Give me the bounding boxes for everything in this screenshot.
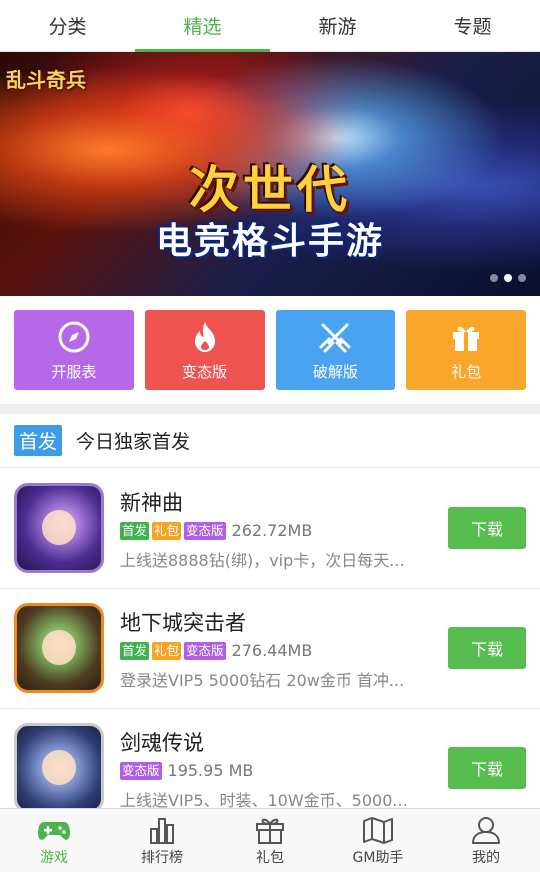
game-tags: 首发 礼包 变态版 276.44MB bbox=[120, 641, 312, 660]
game-icon-jianhun bbox=[14, 723, 104, 813]
game-name: 地下城突击者 bbox=[120, 611, 246, 635]
nav-gm-assistant[interactable]: GM助手 bbox=[324, 809, 432, 872]
tab-topics[interactable]: 专题 bbox=[405, 0, 540, 51]
tag-modded: 变态版 bbox=[184, 641, 226, 660]
tag-modded: 变态版 bbox=[120, 761, 162, 780]
gift-icon bbox=[256, 818, 284, 844]
game-size: 262.72MB bbox=[231, 521, 313, 540]
tab-featured[interactable]: 精选 bbox=[135, 0, 270, 52]
tag-first-release: 首发 bbox=[120, 521, 150, 540]
download-button[interactable]: 下载 bbox=[448, 507, 526, 549]
nav-rankings-label: 排行榜 bbox=[141, 849, 183, 866]
banner-dot[interactable] bbox=[518, 274, 526, 282]
nav-games[interactable]: 游戏 bbox=[0, 809, 108, 872]
tag-gift: 礼包 bbox=[152, 521, 182, 540]
section-divider bbox=[0, 404, 540, 414]
game-name: 新神曲 bbox=[120, 491, 183, 515]
section-title: 今日独家首发 bbox=[76, 431, 191, 453]
tag-modded: 变态版 bbox=[184, 521, 226, 540]
game-size: 195.95 MB bbox=[167, 761, 254, 780]
nav-rankings[interactable]: 排行榜 bbox=[108, 809, 216, 872]
game-tags: 变态版 195.95 MB bbox=[120, 761, 253, 780]
section-badge: 首发 bbox=[14, 425, 63, 456]
nav-games-label: 游戏 bbox=[40, 849, 68, 866]
tab-category[interactable]: 分类 bbox=[0, 0, 135, 51]
game-list-item[interactable]: 新神曲 首发 礼包 变态版 262.72MB 上线送8888钻(绑)，vip卡，… bbox=[0, 469, 540, 589]
game-size: 276.44MB bbox=[231, 641, 313, 660]
download-button[interactable]: 下载 bbox=[448, 627, 526, 669]
crossed-swords-icon bbox=[319, 323, 351, 352]
game-list-item[interactable]: 地下城突击者 首发 礼包 变态版 276.44MB 登录送VIP5 5000钻石… bbox=[0, 589, 540, 709]
tag-first-release: 首发 bbox=[120, 641, 150, 660]
banner-pager bbox=[490, 274, 526, 282]
tag-gift: 礼包 bbox=[152, 641, 182, 660]
nav-gifts-label: 礼包 bbox=[256, 849, 284, 866]
flame-icon bbox=[194, 321, 215, 352]
user-icon bbox=[472, 816, 500, 844]
promo-banner[interactable]: 乱斗奇兵 次世代 电竞格斗手游 bbox=[0, 52, 540, 296]
gift-pack-label: 礼包 bbox=[451, 362, 482, 381]
game-description: 登录送VIP5 5000钻石 20w金币 首冲... bbox=[120, 671, 405, 690]
banner-game-logo: 乱斗奇兵 bbox=[6, 68, 86, 92]
gift-pack-button[interactable]: 礼包 bbox=[406, 310, 526, 390]
compass-icon bbox=[58, 321, 90, 352]
game-tags: 首发 礼包 变态版 262.72MB bbox=[120, 521, 312, 540]
section-header: 首发 今日独家首发 bbox=[0, 414, 540, 468]
banner-subtitle: 电竞格斗手游 bbox=[155, 221, 384, 262]
banner-dot[interactable] bbox=[490, 274, 498, 282]
top-tab-bar: 分类 精选 新游 专题 bbox=[0, 0, 540, 52]
game-description: 上线送8888钻(绑)，vip卡，次日每天... bbox=[120, 551, 405, 570]
map-icon bbox=[363, 816, 393, 844]
nav-gm-assistant-label: GM助手 bbox=[352, 849, 404, 866]
nav-profile-label: 我的 bbox=[472, 849, 500, 866]
game-icon-xinshenqu bbox=[14, 483, 104, 573]
cracked-version-label: 破解版 bbox=[312, 362, 358, 381]
nav-gifts[interactable]: 礼包 bbox=[216, 809, 324, 872]
bar-chart-icon bbox=[150, 817, 174, 844]
bottom-nav-bar: 游戏 排行榜 礼包 GM助手 我的 bbox=[0, 808, 540, 872]
download-button[interactable]: 下载 bbox=[448, 747, 526, 789]
gift-icon bbox=[453, 326, 480, 351]
tab-new-games[interactable]: 新游 bbox=[270, 0, 405, 51]
nav-profile[interactable]: 我的 bbox=[432, 809, 540, 872]
modded-version-label: 变态版 bbox=[182, 362, 228, 381]
server-list-label: 开服表 bbox=[51, 362, 97, 381]
game-name: 剑魂传说 bbox=[120, 731, 204, 755]
banner-dot-active[interactable] bbox=[504, 274, 512, 282]
game-icon-dixiacheng bbox=[14, 603, 104, 693]
gamepad-icon bbox=[38, 821, 70, 840]
modded-version-button[interactable]: 变态版 bbox=[144, 310, 265, 390]
server-list-button[interactable]: 开服表 bbox=[14, 310, 134, 390]
cracked-version-button[interactable]: 破解版 bbox=[275, 310, 396, 390]
category-shortcuts: 开服表 变态版 破解版 礼包 bbox=[14, 310, 526, 390]
